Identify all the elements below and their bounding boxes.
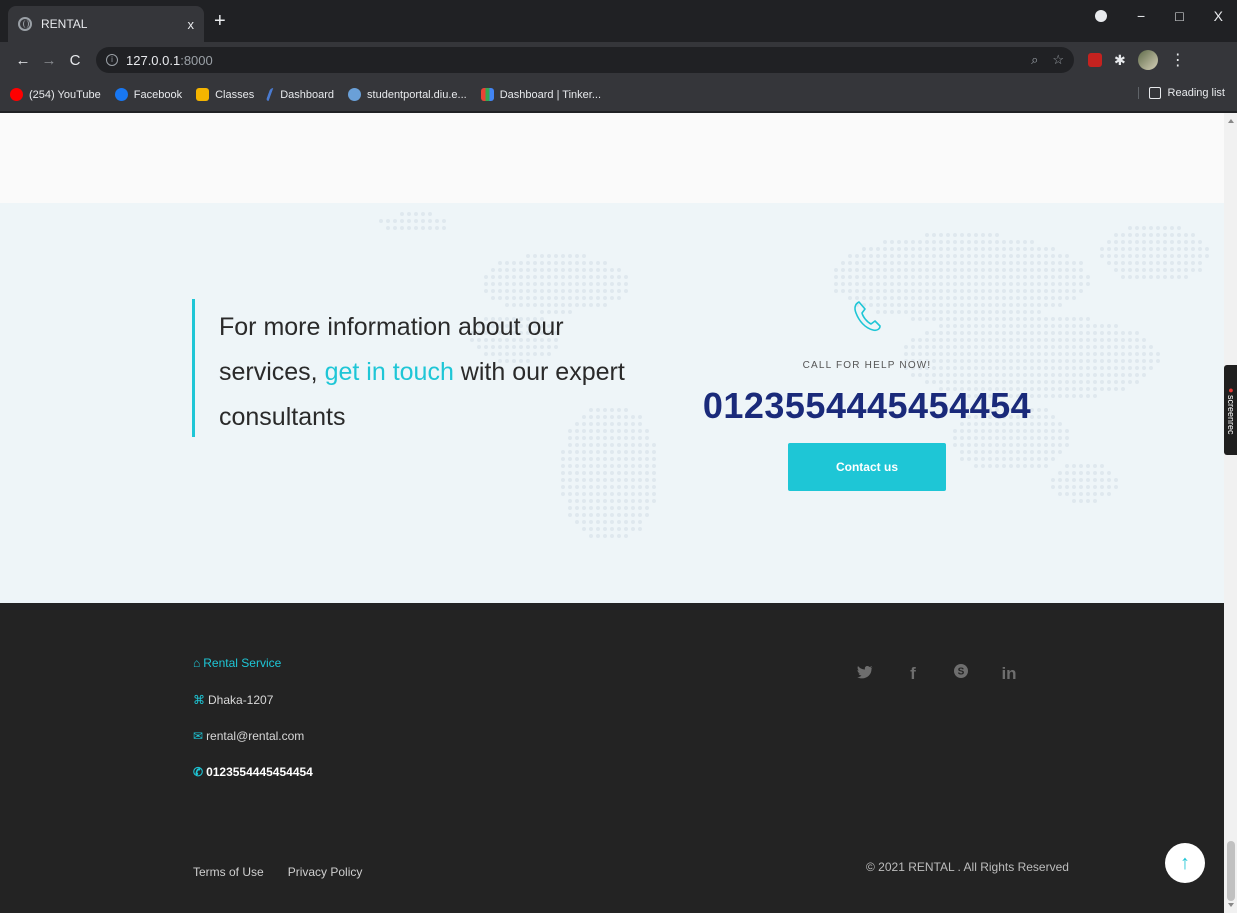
browser-tab[interactable]: RENTAL x: [8, 6, 204, 42]
screenrec-overlay[interactable]: ●screenrec: [1224, 365, 1237, 455]
screenrec-label: screenrec: [1226, 395, 1236, 435]
footer-email-text: rental@rental.com: [206, 729, 305, 743]
bookmark-label: Dashboard | Tinker...: [499, 88, 602, 101]
site-footer: ⌂ Rental Service ⌘ Dhaka-1207 ✉ rental@r…: [0, 603, 1224, 913]
bookmark-youtube[interactable]: (254) YouTube: [10, 88, 101, 101]
tab-close-icon[interactable]: x: [188, 17, 195, 32]
footer-links: Terms of Use Privacy Policy: [193, 865, 362, 879]
cta-text-accent: get in touch: [324, 358, 454, 386]
dashboard-icon: [265, 88, 277, 101]
site-info-icon[interactable]: i: [106, 54, 118, 66]
reading-list-button[interactable]: Reading list: [1137, 87, 1225, 99]
bookmark-label: (254) YouTube: [29, 88, 101, 101]
bookmark-label: Dashboard: [280, 88, 335, 101]
bookmark-label: studentportal.diu.e...: [367, 88, 467, 101]
footer-phone-text: 0123554445454454: [206, 765, 313, 779]
building-icon: ⌘: [193, 693, 205, 707]
avatar[interactable]: [1137, 50, 1158, 70]
call-box: CALL FOR HELP NOW! 0123554445454454 Cont…: [700, 299, 1034, 491]
call-label: CALL FOR HELP NOW!: [802, 360, 932, 371]
page-scrollbar[interactable]: [1224, 113, 1237, 913]
bookmark-star-icon[interactable]: ☆: [1052, 52, 1064, 68]
facebook-icon[interactable]: f: [903, 664, 923, 684]
minimize-button[interactable]: −: [1137, 8, 1145, 24]
window-controls: − □ X: [1095, 8, 1223, 24]
terms-of-use-link[interactable]: Terms of Use: [193, 865, 264, 879]
back-to-top-button[interactable]: ↑: [1165, 843, 1205, 883]
footer-brand-label: Rental Service: [203, 656, 282, 670]
reading-list-label: Reading list: [1167, 87, 1225, 99]
reload-icon[interactable]: C: [62, 52, 88, 69]
svg-text:S: S: [958, 667, 965, 678]
copyright-text: © 2021 RENTAL . All Rights Reserved: [866, 860, 1069, 874]
twitter-icon[interactable]: [855, 664, 875, 684]
zoom-icon[interactable]: ⌕: [1031, 52, 1038, 68]
forward-icon[interactable]: →: [36, 52, 62, 69]
tinkercad-icon: [480, 88, 494, 101]
classes-icon: [196, 88, 210, 101]
home-icon: ⌂: [193, 656, 201, 670]
extensions-area: ✱ ⋮: [1088, 50, 1186, 70]
footer-address-text: Dhaka-1207: [208, 693, 274, 707]
bookmark-label: Classes: [215, 88, 255, 101]
scroll-up-icon[interactable]: [1228, 119, 1234, 123]
address-bar[interactable]: i 127.0.0.1 :8000 ⌕ ☆: [96, 47, 1074, 73]
browser-tab-strip: RENTAL x + − □ X: [0, 0, 1237, 42]
youtube-icon: [10, 88, 23, 101]
phone-icon: [854, 301, 881, 332]
kebab-menu-icon[interactable]: ⋮: [1170, 50, 1186, 70]
footer-email[interactable]: ✉ rental@rental.com: [193, 729, 304, 743]
bookmark-label: Facebook: [133, 88, 183, 101]
skype-icon[interactable]: S: [951, 663, 971, 684]
bookmark-tinkercad[interactable]: Dashboard | Tinker...: [480, 88, 602, 101]
envelope-icon: ✉: [193, 729, 204, 743]
call-phone-number: 0123554445454454: [702, 385, 1032, 426]
ublock-icon[interactable]: [1088, 53, 1102, 67]
reading-list-icon: [1148, 87, 1161, 99]
bookmark-dashboard[interactable]: Dashboard: [265, 88, 335, 101]
footer-address: ⌘ Dhaka-1207: [193, 693, 273, 707]
contact-us-button[interactable]: Contact us: [788, 443, 946, 491]
contact-cta-section: For more information about our services,…: [0, 203, 1224, 603]
scroll-down-icon[interactable]: [1228, 903, 1234, 907]
footer-phone[interactable]: ✆ 0123554445454454: [193, 765, 313, 779]
maximize-button[interactable]: □: [1175, 8, 1183, 24]
url-port: :8000: [180, 52, 213, 68]
privacy-policy-link[interactable]: Privacy Policy: [288, 865, 363, 879]
browser-toolbar: ← → C i 127.0.0.1 :8000 ⌕ ☆ ✱ ⋮: [0, 42, 1237, 78]
extensions-puzzle-icon[interactable]: ✱: [1114, 52, 1126, 69]
url-host: 127.0.0.1: [126, 52, 181, 68]
facebook-icon: [114, 88, 128, 101]
back-icon[interactable]: ←: [10, 52, 36, 69]
bookmark-studentportal[interactable]: studentportal.diu.e...: [348, 88, 467, 101]
globe-icon: [18, 17, 32, 31]
bookmark-classes[interactable]: Classes: [196, 88, 254, 101]
footer-brand[interactable]: ⌂ Rental Service: [193, 656, 281, 670]
bookmark-facebook[interactable]: Facebook: [114, 88, 183, 101]
scrollbar-thumb[interactable]: [1227, 841, 1235, 901]
page-viewport: For more information about our services,…: [0, 113, 1224, 913]
new-tab-button[interactable]: +: [214, 10, 226, 33]
close-window-button[interactable]: X: [1214, 8, 1223, 24]
bookmarks-bar: (254) YouTube Facebook Classes Dashboard…: [0, 78, 1237, 112]
linkedin-icon[interactable]: in: [999, 664, 1019, 684]
social-links: f S in: [855, 663, 1019, 684]
studentportal-icon: [348, 88, 362, 101]
phone-icon: ✆: [193, 765, 204, 779]
cta-heading: For more information about our services,…: [192, 299, 662, 437]
tab-title: RENTAL: [41, 17, 88, 31]
profile-icon[interactable]: [1095, 10, 1107, 22]
